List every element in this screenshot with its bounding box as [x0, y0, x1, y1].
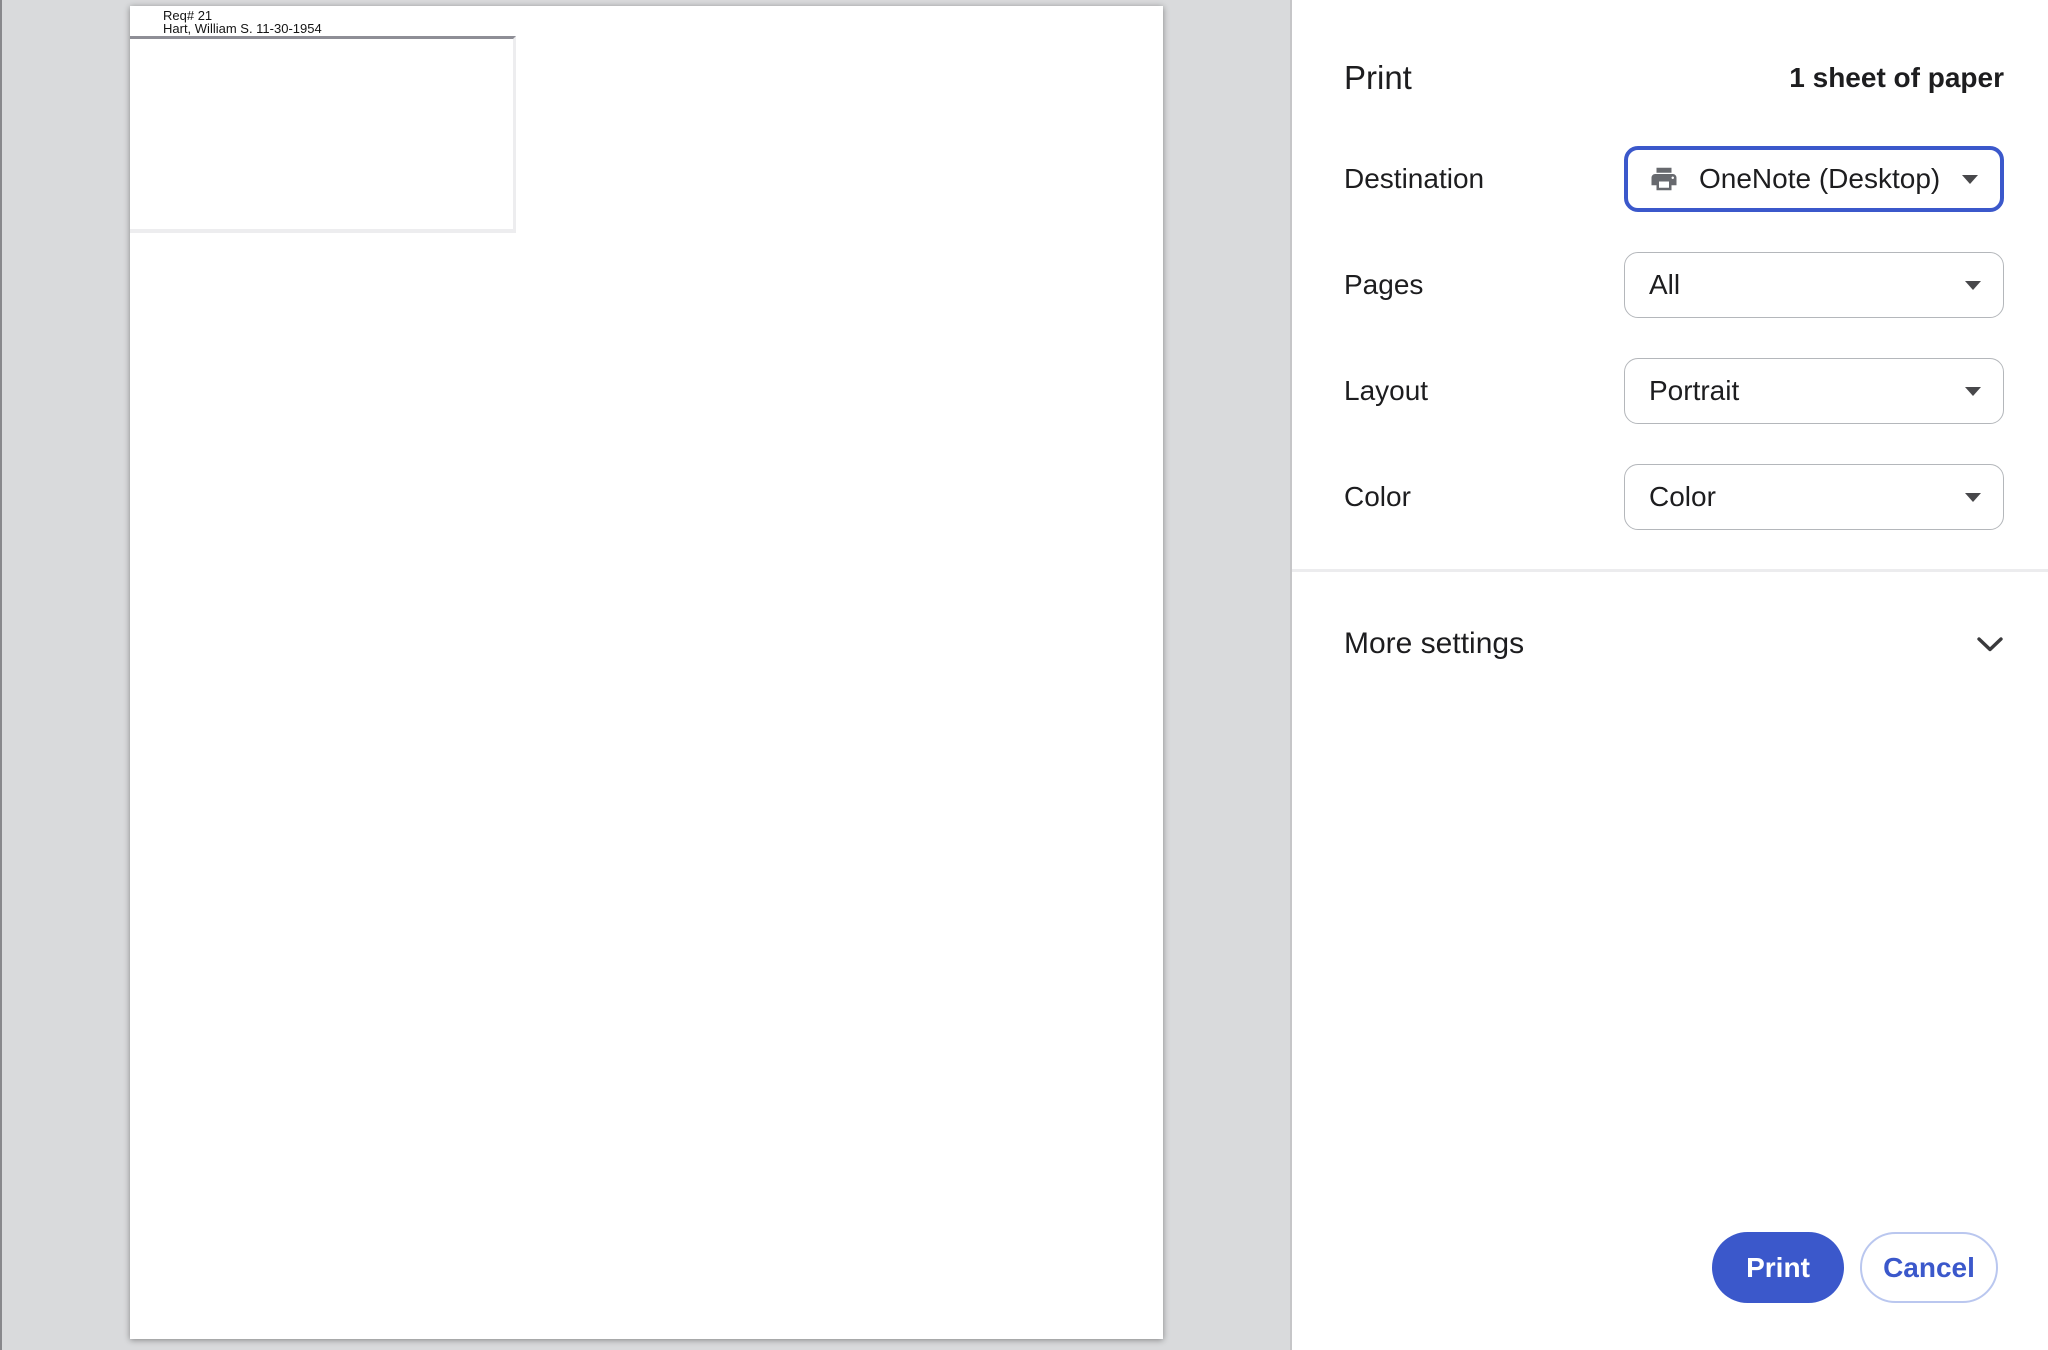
destination-row: Destination OneNote (Desktop)	[1344, 146, 2004, 212]
pages-value: All	[1649, 269, 1680, 301]
print-button[interactable]: Print	[1712, 1232, 1844, 1303]
destination-label: Destination	[1344, 163, 1484, 195]
pages-label: Pages	[1344, 269, 1423, 301]
color-select[interactable]: Color	[1624, 464, 2004, 530]
print-settings-panel: Print 1 sheet of paper Destination OneNo…	[1292, 0, 2048, 1350]
panel-header: Print 1 sheet of paper	[1344, 50, 2004, 106]
caret-down-icon	[1965, 493, 1981, 502]
preview-page: Req# 21 Hart, William S. 11-30-1954	[130, 6, 1163, 1339]
section-divider	[1292, 569, 2048, 572]
layout-label: Layout	[1344, 375, 1428, 407]
cancel-button[interactable]: Cancel	[1860, 1232, 1998, 1303]
print-preview-area: Req# 21 Hart, William S. 11-30-1954	[2, 0, 1290, 1350]
caret-down-icon	[1962, 175, 1978, 184]
pages-row: Pages All	[1344, 252, 2004, 318]
print-dialog: Req# 21 Hart, William S. 11-30-1954 Prin…	[0, 0, 2048, 1350]
page-header-line2: Hart, William S. 11-30-1954	[163, 23, 322, 36]
destination-value: OneNote (Desktop)	[1699, 163, 1940, 195]
layout-select[interactable]: Portrait	[1624, 358, 2004, 424]
color-label: Color	[1344, 481, 1411, 513]
dialog-title: Print	[1344, 59, 1412, 97]
layout-value: Portrait	[1649, 375, 1739, 407]
chevron-down-icon	[1976, 636, 2004, 653]
sheet-count: 1 sheet of paper	[1789, 62, 2004, 94]
caret-down-icon	[1965, 387, 1981, 396]
color-row: Color Color	[1344, 464, 2004, 530]
more-settings-label: More settings	[1344, 627, 1524, 661]
color-value: Color	[1649, 481, 1716, 513]
page-header-text: Req# 21 Hart, William S. 11-30-1954	[163, 10, 322, 35]
destination-select[interactable]: OneNote (Desktop)	[1624, 146, 2004, 212]
caret-down-icon	[1965, 281, 1981, 290]
printer-icon	[1649, 164, 1679, 194]
page-content-box	[130, 36, 516, 233]
more-settings-toggle[interactable]: More settings	[1344, 616, 2004, 672]
layout-row: Layout Portrait	[1344, 358, 2004, 424]
pages-select[interactable]: All	[1624, 252, 2004, 318]
